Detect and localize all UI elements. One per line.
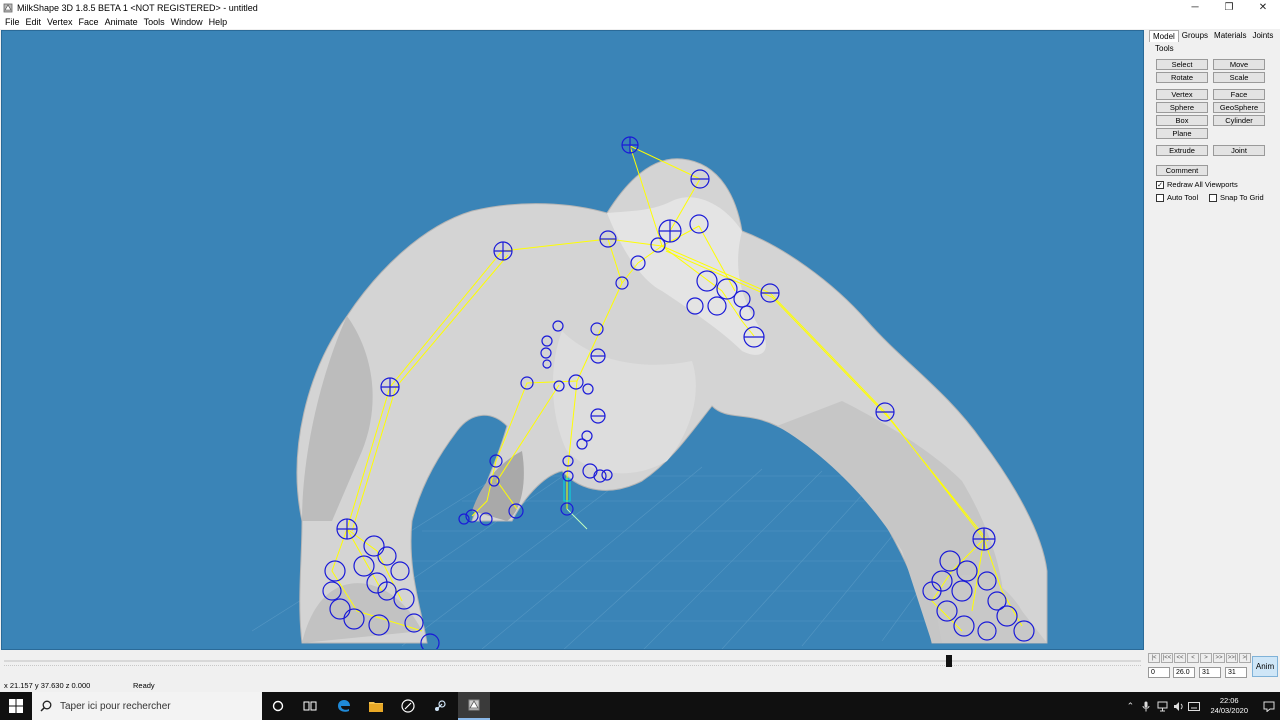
- move-button[interactable]: Move: [1213, 59, 1265, 70]
- tools-panel: Model Groups Materials Joints Tools Sele…: [1147, 30, 1280, 650]
- anim-toggle-button[interactable]: Anim: [1252, 656, 1278, 677]
- notifications-icon[interactable]: [1258, 701, 1280, 712]
- next-key-button[interactable]: >>|: [1226, 653, 1238, 663]
- network-icon[interactable]: [1154, 701, 1170, 712]
- cortana-icon[interactable]: [262, 692, 294, 720]
- search-placeholder: Taper ici pour rechercher: [60, 700, 171, 712]
- menu-vertex[interactable]: Vertex: [44, 17, 76, 27]
- unchecked-box-icon: [1209, 193, 1217, 202]
- edge-browser-icon[interactable]: [328, 692, 360, 720]
- next-frame-button[interactable]: >: [1200, 653, 1212, 663]
- snap-to-grid-label: Snap To Grid: [1220, 193, 1264, 202]
- start-button[interactable]: [0, 692, 32, 720]
- fast-forward-button[interactable]: >>: [1213, 653, 1225, 663]
- steam-icon[interactable]: [424, 692, 456, 720]
- 3d-viewport[interactable]: [1, 30, 1144, 650]
- file-explorer-icon[interactable]: [360, 692, 392, 720]
- rotate-button[interactable]: Rotate: [1156, 72, 1208, 83]
- restore-button[interactable]: ❐: [1212, 0, 1246, 15]
- menu-animate[interactable]: Animate: [102, 17, 141, 27]
- menu-help[interactable]: Help: [206, 17, 231, 27]
- timeline-ticks: [4, 665, 1141, 669]
- chevron-up-icon[interactable]: ⌃: [1122, 701, 1138, 712]
- current-frame-field[interactable]: 31: [1199, 667, 1221, 678]
- cylinder-button[interactable]: Cylinder: [1213, 115, 1265, 126]
- milkshape-taskbar-icon[interactable]: [458, 692, 490, 720]
- frame-start-field[interactable]: 0: [1148, 667, 1170, 678]
- taskbar-clock[interactable]: 22:06 24/03/2020: [1210, 696, 1248, 716]
- box-button[interactable]: Box: [1156, 115, 1208, 126]
- menu-bar: File Edit Vertex Face Animate Tools Wind…: [0, 15, 1280, 29]
- tab-groups[interactable]: Groups: [1179, 30, 1211, 42]
- media-app-icon[interactable]: [392, 692, 424, 720]
- first-frame-button[interactable]: |<: [1148, 653, 1160, 663]
- tab-model[interactable]: Model: [1149, 30, 1179, 42]
- clock-time: 22:06: [1219, 696, 1239, 705]
- task-view-icon[interactable]: [294, 692, 326, 720]
- unchecked-box-icon: [1156, 193, 1164, 202]
- joint-button[interactable]: Joint: [1213, 145, 1265, 156]
- title-bar: MilkShape 3D 1.8.5 BETA 1 <NOT REGISTERE…: [0, 0, 1280, 15]
- scale-button[interactable]: Scale: [1213, 72, 1265, 83]
- speaker-icon[interactable]: [1170, 701, 1186, 712]
- geosphere-button[interactable]: GeoSphere: [1213, 102, 1265, 113]
- app-icon: [3, 3, 13, 12]
- extrude-button[interactable]: Extrude: [1156, 145, 1208, 156]
- menu-window[interactable]: Window: [168, 17, 206, 27]
- windows-taskbar: Taper ici pour rechercher ⌃ 22:06 24/03/…: [0, 692, 1280, 720]
- plane-button[interactable]: Plane: [1156, 128, 1208, 139]
- prev-frame-button[interactable]: <: [1187, 653, 1199, 663]
- auto-tool-checkbox[interactable]: Auto Tool: [1156, 193, 1198, 202]
- menu-edit[interactable]: Edit: [23, 17, 45, 27]
- timeline-track[interactable]: [4, 660, 1141, 662]
- search-icon: [40, 700, 52, 712]
- select-button[interactable]: Select: [1156, 59, 1208, 70]
- tools-label: Tools: [1155, 44, 1174, 53]
- tab-materials[interactable]: Materials: [1211, 30, 1249, 42]
- window-title: MilkShape 3D 1.8.5 BETA 1 <NOT REGISTERE…: [17, 2, 258, 13]
- sphere-button[interactable]: Sphere: [1156, 102, 1208, 113]
- menu-tools[interactable]: Tools: [141, 17, 168, 27]
- windows-logo-icon: [9, 699, 23, 713]
- vertex-button[interactable]: Vertex: [1156, 89, 1208, 100]
- redraw-all-viewports-checkbox[interactable]: ✓ Redraw All Viewports: [1156, 180, 1238, 189]
- system-tray: ⌃ 22:06 24/03/2020: [1122, 692, 1280, 720]
- redraw-all-viewports-label: Redraw All Viewports: [1167, 180, 1238, 189]
- snap-to-grid-checkbox[interactable]: Snap To Grid: [1209, 193, 1264, 202]
- animation-timeline[interactable]: [0, 651, 1145, 679]
- minimize-button[interactable]: ─: [1178, 0, 1212, 15]
- clock-date: 24/03/2020: [1210, 706, 1248, 715]
- last-frame-button[interactable]: >|: [1239, 653, 1251, 663]
- close-button[interactable]: ✕: [1246, 0, 1280, 15]
- taskbar-search[interactable]: Taper ici pour rechercher: [32, 692, 262, 720]
- prev-key-button[interactable]: |<<: [1161, 653, 1173, 663]
- tab-joints[interactable]: Joints: [1249, 30, 1276, 42]
- panel-tabs: Model Groups Materials Joints: [1147, 30, 1280, 42]
- frame-end-field[interactable]: 31: [1225, 667, 1247, 678]
- timeline-slider-thumb[interactable]: [946, 655, 952, 667]
- keyboard-icon[interactable]: [1186, 701, 1202, 711]
- status-bar: x 21.157 y 37.630 z 0.000 Ready: [0, 679, 1280, 692]
- cursor-coordinates: x 21.157 y 37.630 z 0.000: [4, 681, 91, 690]
- viewport-canvas[interactable]: [2, 31, 1144, 650]
- face-button[interactable]: Face: [1213, 89, 1265, 100]
- menu-face[interactable]: Face: [76, 17, 102, 27]
- comment-button[interactable]: Comment: [1156, 165, 1208, 176]
- fps-field[interactable]: 26.0: [1173, 667, 1195, 678]
- auto-tool-label: Auto Tool: [1167, 193, 1199, 202]
- checkmark-icon: ✓: [1156, 180, 1164, 189]
- status-message: Ready: [133, 681, 155, 690]
- rewind-button[interactable]: <<: [1174, 653, 1186, 663]
- menu-file[interactable]: File: [2, 17, 23, 27]
- microphone-icon[interactable]: [1138, 701, 1154, 712]
